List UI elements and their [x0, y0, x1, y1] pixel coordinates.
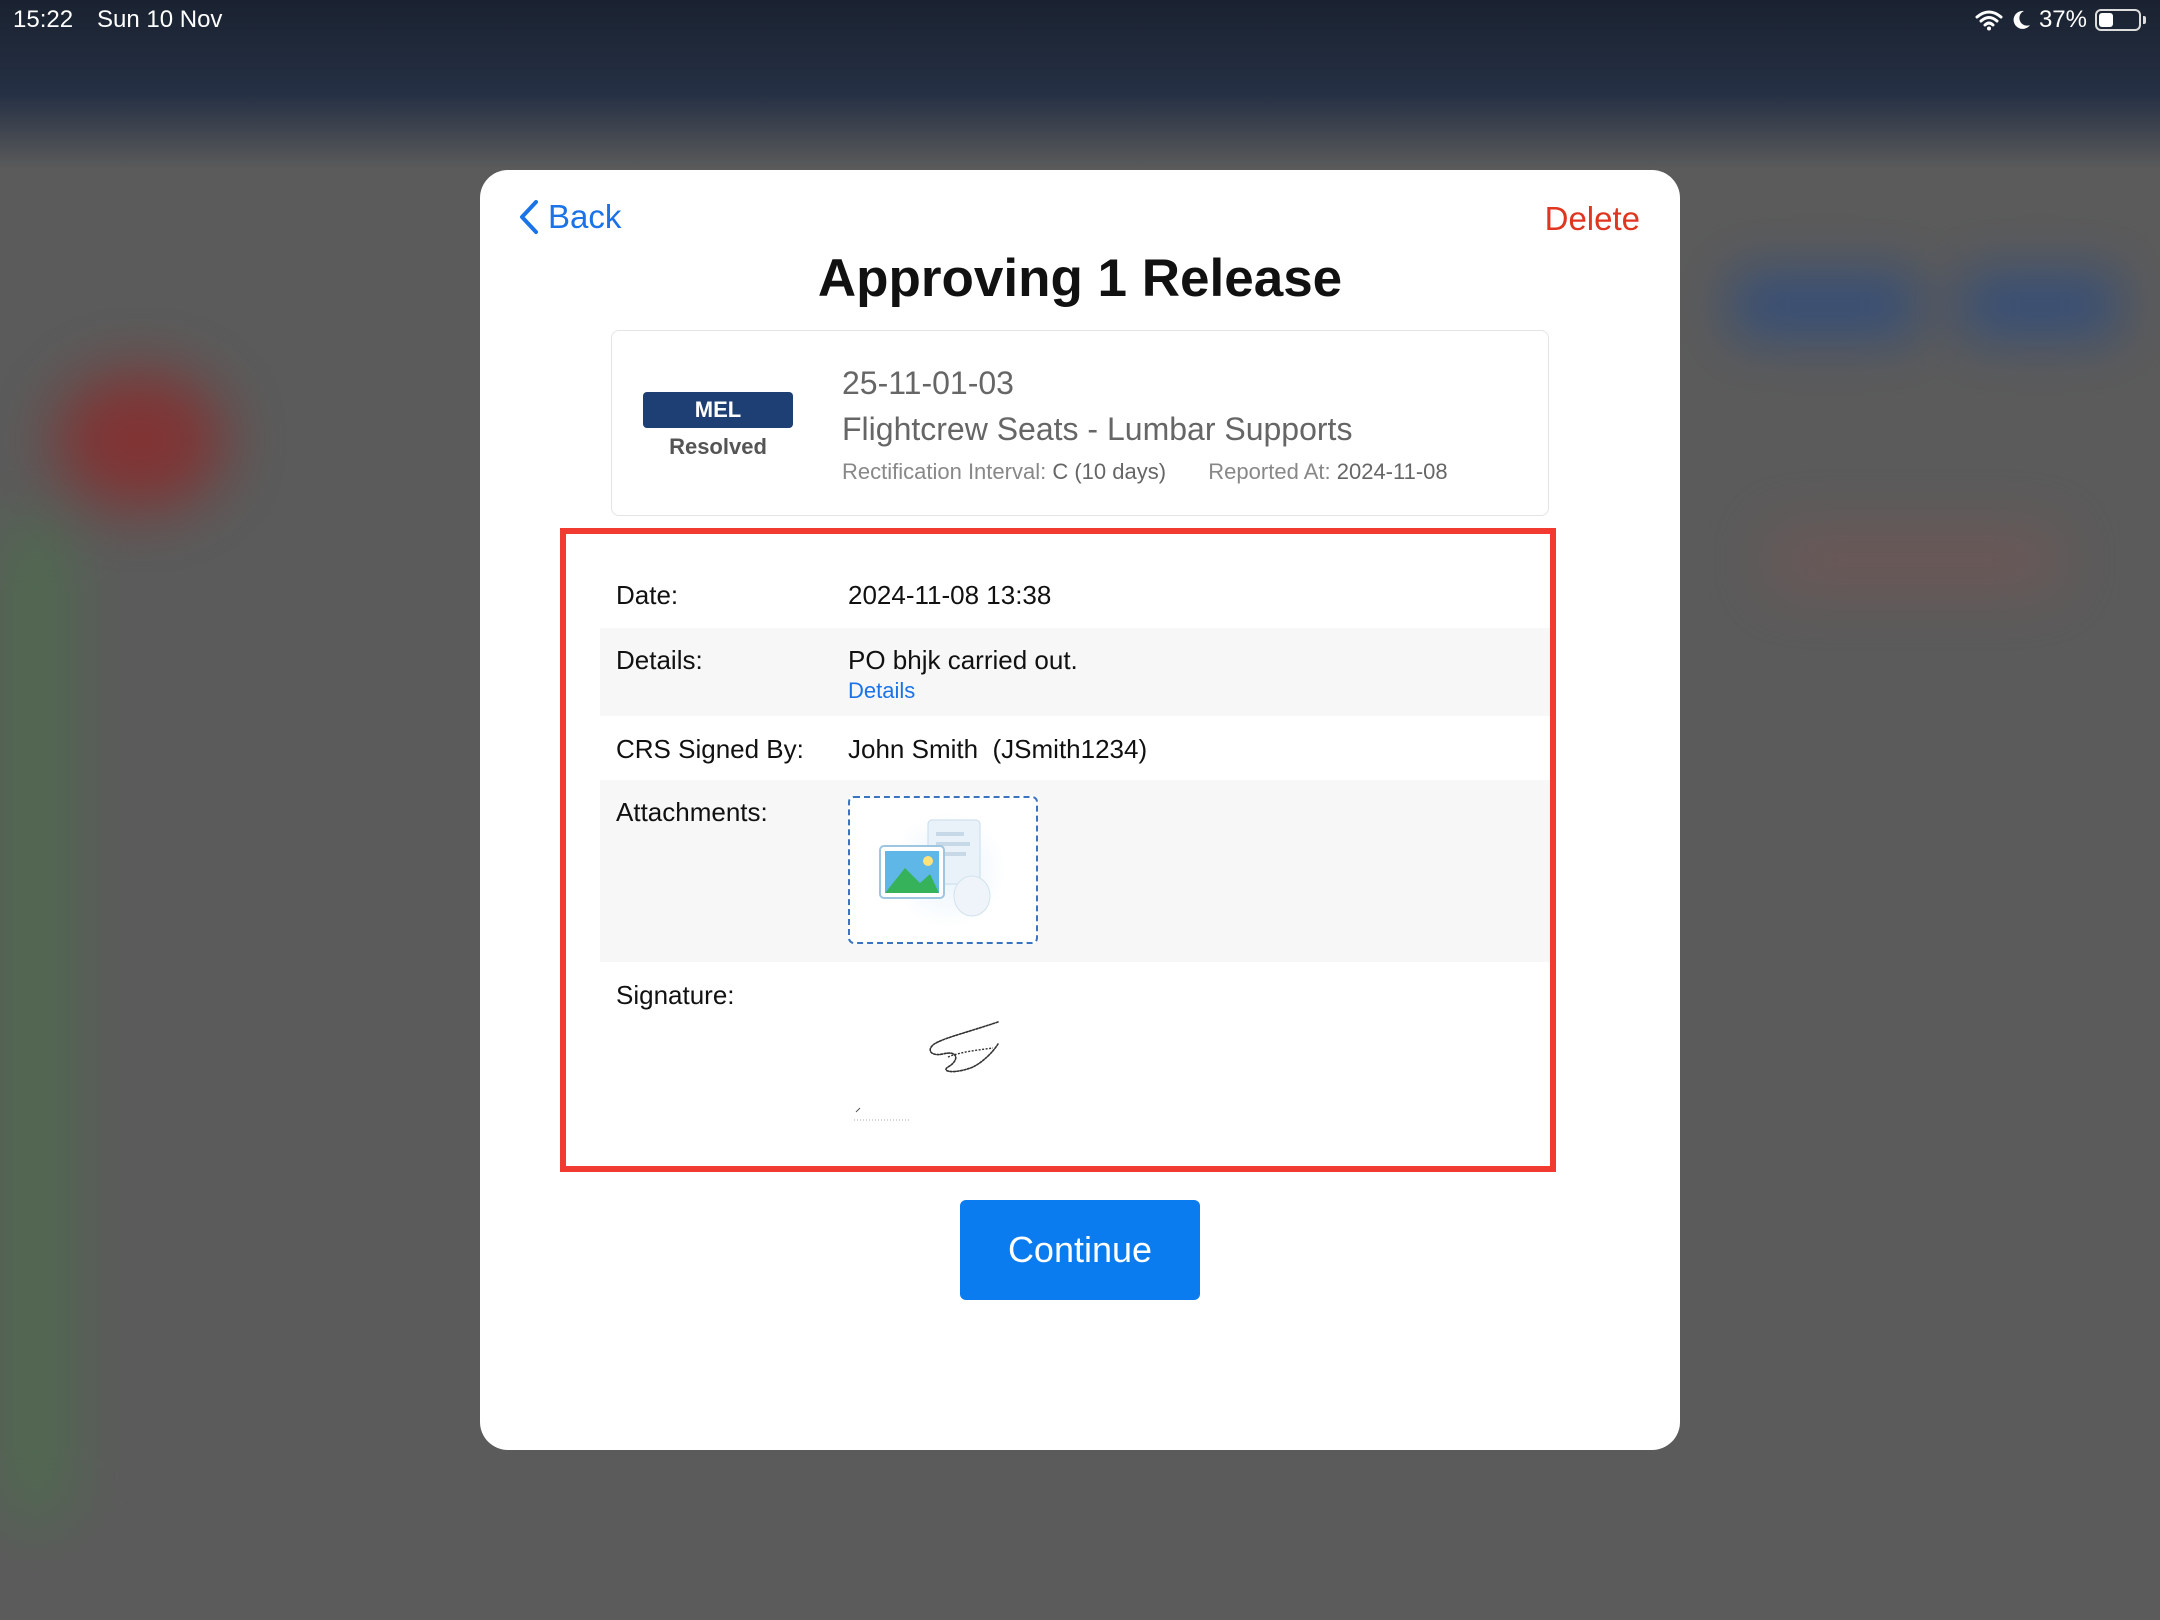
signature-image	[854, 1021, 999, 1121]
status-label: Resolved	[669, 434, 767, 459]
details-link[interactable]: Details	[848, 678, 915, 704]
approve-release-modal: Back Delete Approving 1 Release MEL Reso…	[480, 170, 1680, 1450]
chevron-left-icon	[520, 200, 538, 234]
details-label: Details:	[616, 645, 703, 675]
crs-value: John Smith (JSmith1234)	[848, 734, 1148, 764]
rectification-value: C (10 days)	[1052, 459, 1167, 484]
crs-row: CRS Signed By: John Smith (JSmith1234)	[600, 716, 1550, 780]
attachments-row: Attachments:	[600, 780, 1550, 962]
date-value: 2024-11-08 13:38	[848, 580, 1052, 610]
mel-badge: MEL	[643, 392, 793, 428]
back-label: Back	[548, 198, 622, 235]
defect-meta: Rectification Interval: C (10 days) Repo…	[842, 459, 1448, 485]
defect-id: 25-11-01-03	[842, 365, 1014, 401]
delete-button[interactable]: Delete	[1545, 200, 1640, 238]
details-value: PO bhjk carried out.	[848, 645, 1078, 675]
battery-icon	[2095, 9, 2141, 31]
defect-card: MEL Resolved 25-11-01-03 Flightcrew Seat…	[611, 330, 1549, 516]
status-indicators: 37%	[1975, 6, 2146, 34]
reported-label: Reported At:	[1208, 459, 1331, 484]
status-date: Sun 10 Nov	[97, 6, 223, 33]
status-time: 15:22	[13, 6, 74, 33]
battery-percent: 37%	[2038, 6, 2087, 33]
image-file-icon	[879, 812, 1006, 928]
signature-label: Signature:	[616, 980, 735, 1010]
status-bar: 15:22 Sun 10 Nov 37%	[0, 0, 2160, 40]
crs-label: CRS Signed By:	[616, 734, 804, 764]
date-label: Date:	[616, 580, 679, 610]
attachments-label: Attachments:	[616, 797, 768, 827]
rectification-label: Rectification Interval:	[842, 459, 1047, 484]
back-button[interactable]: Back	[518, 198, 621, 236]
moon-icon	[2013, 10, 2030, 29]
attachment-thumbnail[interactable]	[848, 796, 1038, 944]
details-row: Details: PO bhjk carried out. Details	[600, 628, 1550, 716]
date-row: Date: 2024-11-08 13:38	[600, 564, 1550, 628]
release-details: Date: 2024-11-08 13:38 Details: PO bhjk …	[600, 564, 1550, 1158]
continue-button[interactable]: Continue	[960, 1200, 1200, 1300]
wifi-icon	[1975, 10, 2003, 31]
signature-row: Signature:	[600, 962, 1550, 1158]
modal-title: Approving 1 Release	[817, 249, 1343, 308]
reported-value: 2024-11-08	[1336, 459, 1448, 484]
defect-title: Flightcrew Seats - Lumbar Supports	[842, 411, 1353, 447]
